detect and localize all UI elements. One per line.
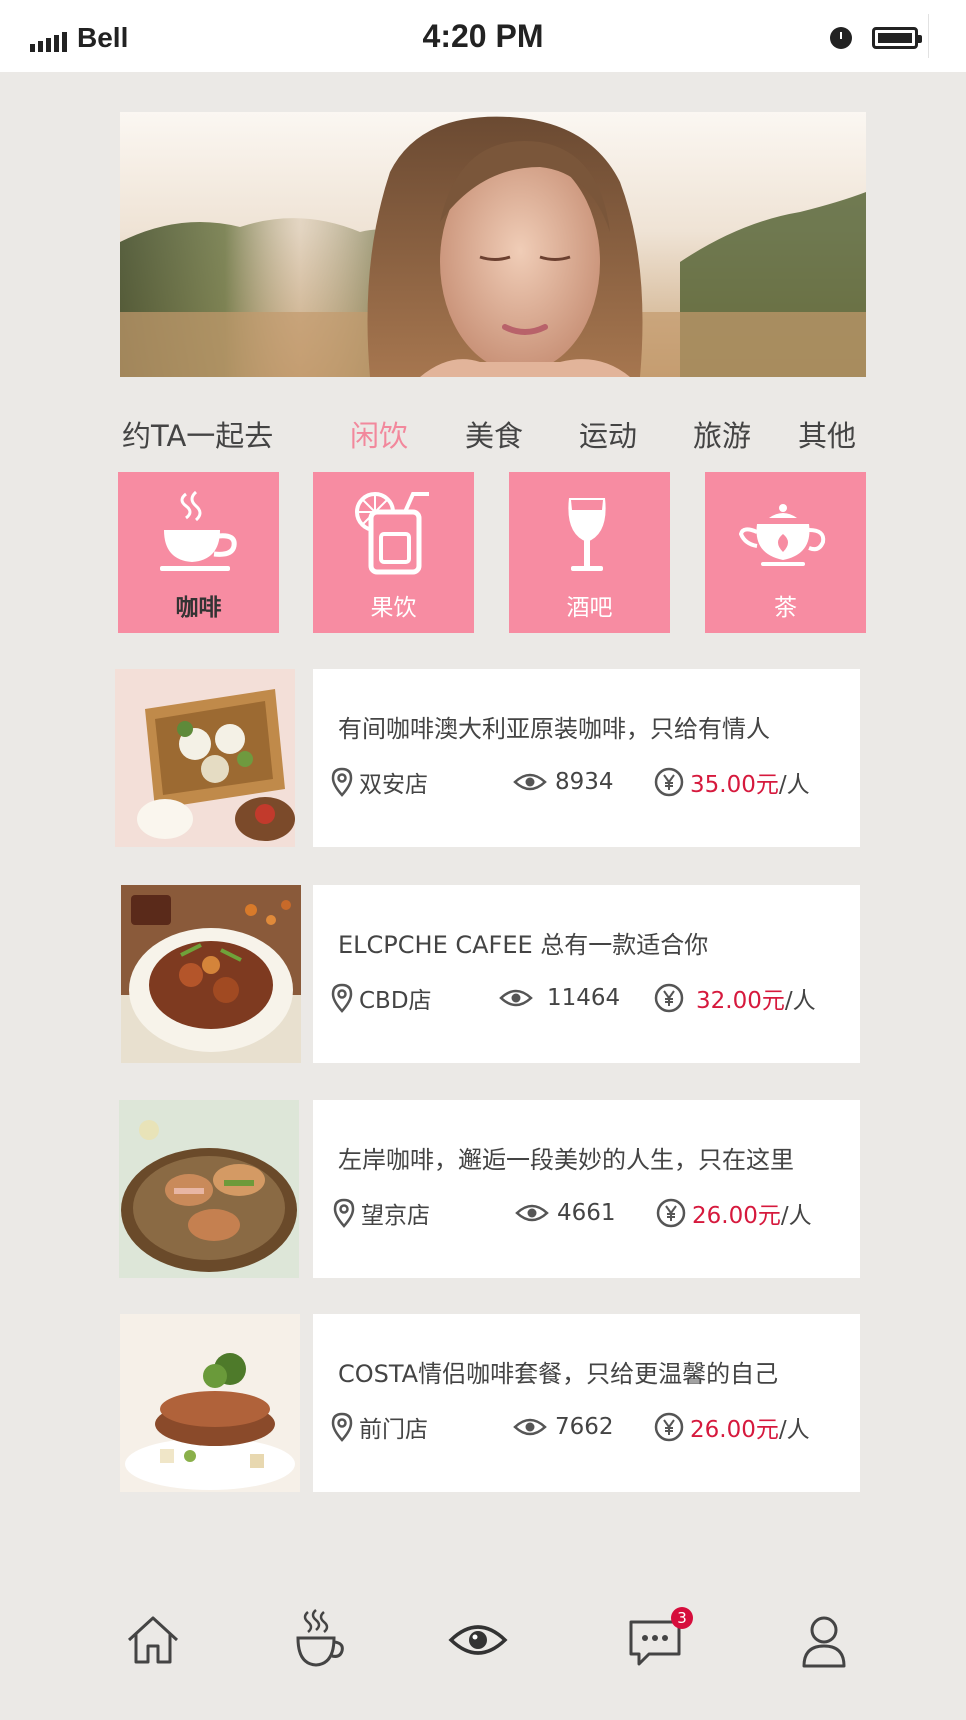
- coffee-cup-icon: [160, 490, 237, 571]
- price-value: 32.00元: [696, 988, 785, 1014]
- teapot-icon: [739, 504, 826, 566]
- store-name: CBD店: [359, 988, 432, 1014]
- home-icon[interactable]: [126, 1614, 180, 1666]
- tile-coffee[interactable]: 咖啡: [118, 472, 279, 633]
- tab-food[interactable]: 美食: [465, 413, 523, 455]
- tile-label-bar: 酒吧: [566, 595, 613, 621]
- listing-title: 有间咖啡澳大利亚原装咖啡，只给有情人: [338, 715, 770, 743]
- listing-store: 双安店: [331, 765, 428, 799]
- tab-travel[interactable]: 旅游: [693, 413, 751, 455]
- listing-title: 左岸咖啡，邂逅一段美妙的人生，只在这里: [338, 1146, 794, 1174]
- listing-image[interactable]: [119, 1100, 299, 1278]
- store-name: 前门店: [359, 1417, 428, 1443]
- coffee-icon[interactable]: [294, 1608, 344, 1668]
- eye-icon: [499, 989, 533, 1007]
- view-count: 7662: [555, 1414, 614, 1440]
- yen-icon: [654, 767, 684, 797]
- listing-card[interactable]: ELCPCHE CAFEE 总有一款适合你 CBD店 11464 32.00元 /…: [313, 885, 860, 1063]
- eye-icon: [513, 1418, 547, 1436]
- tab-sports[interactable]: 运动: [579, 413, 637, 455]
- price-unit: /人: [780, 1203, 812, 1229]
- listing-views: 7662: [513, 1410, 614, 1444]
- tile-bar[interactable]: 酒吧: [509, 472, 670, 633]
- hero-image: [120, 112, 866, 377]
- category-title: 约TA一起去: [122, 419, 274, 453]
- price-unit: /人: [778, 1417, 810, 1443]
- store-name: 望京店: [361, 1203, 430, 1229]
- user-icon[interactable]: [800, 1614, 848, 1670]
- listing-image[interactable]: [120, 1314, 300, 1492]
- listing-title: COSTA情侣咖啡套餐，只给更温馨的自己: [338, 1360, 779, 1388]
- price-value: 35.00元: [690, 772, 779, 798]
- listing-store: 望京店: [333, 1196, 430, 1230]
- price-unit: /人: [778, 772, 810, 798]
- alarm-clock-icon: [830, 27, 852, 49]
- tab-other[interactable]: 其他: [798, 413, 856, 455]
- listing-image[interactable]: [115, 669, 295, 847]
- tile-label-coffee: 咖啡: [175, 595, 222, 621]
- listing-card[interactable]: 有间咖啡澳大利亚原装咖啡，只给有情人 双安店 8934 35.00元/人: [313, 669, 860, 847]
- listing-price: 32.00元/人: [654, 981, 816, 1015]
- listing-card[interactable]: 左岸咖啡，邂逅一段美妙的人生，只在这里 望京店 4661 26.00元/人: [313, 1100, 860, 1278]
- location-pin-icon: [331, 983, 353, 1013]
- listing-title: ELCPCHE CAFEE 总有一款适合你: [338, 931, 709, 959]
- eye-icon: [515, 1204, 549, 1222]
- battery-icon: [872, 27, 922, 49]
- listing-price: 26.00元/人: [656, 1196, 812, 1230]
- status-time: 4:20 PM: [422, 18, 544, 54]
- view-count: 8934: [555, 769, 614, 795]
- listing-store: CBD店: [331, 981, 432, 1015]
- listing-price: 26.00元/人: [654, 1410, 810, 1444]
- tile-label-tea: 茶: [774, 595, 797, 621]
- yen-icon: [654, 1412, 684, 1442]
- status-bar: Bell 4:20 PM: [0, 0, 966, 72]
- listing-views: 4661: [515, 1196, 616, 1230]
- wine-glass-icon: [568, 498, 606, 571]
- hero-banner[interactable]: [120, 112, 866, 377]
- juice-icon: [355, 492, 429, 575]
- eye-icon[interactable]: [448, 1620, 508, 1660]
- store-name: 双安店: [359, 772, 428, 798]
- yen-icon: [654, 983, 684, 1013]
- location-pin-icon: [331, 767, 353, 797]
- view-count: 4661: [557, 1200, 616, 1226]
- listing-views: 11464: [499, 981, 620, 1015]
- yen-icon: [656, 1198, 686, 1228]
- location-pin-icon: [331, 1412, 353, 1442]
- listing-image[interactable]: [121, 885, 301, 1063]
- price-value: 26.00元: [692, 1203, 781, 1229]
- message-badge: 3: [671, 1607, 693, 1629]
- price-unit: /人: [784, 988, 816, 1014]
- status-divider: [928, 14, 929, 58]
- tile-tea[interactable]: 茶: [705, 472, 866, 633]
- price-value: 26.00元: [690, 1417, 779, 1443]
- view-count: 11464: [547, 985, 621, 1011]
- listing-views: 8934: [513, 765, 614, 799]
- tab-leisure-drinks[interactable]: 闲饮: [350, 413, 408, 455]
- tile-juice[interactable]: 果饮: [313, 472, 474, 633]
- location-pin-icon: [333, 1198, 355, 1228]
- listing-price: 35.00元/人: [654, 765, 810, 799]
- eye-icon: [513, 773, 547, 791]
- listing-store: 前门店: [331, 1410, 428, 1444]
- listing-card[interactable]: COSTA情侣咖啡套餐，只给更温馨的自己 前门店 7662 26.00元/人: [313, 1314, 860, 1492]
- tile-label-juice: 果饮: [370, 595, 417, 621]
